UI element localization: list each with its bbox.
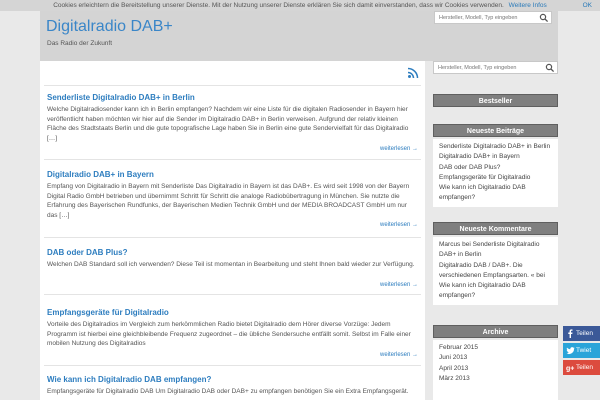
divider	[44, 159, 421, 160]
read-more-link[interactable]: weiterlesen →	[380, 146, 418, 152]
header-search-box	[434, 11, 552, 24]
search-icon[interactable]	[545, 63, 555, 73]
sidebar-search-box	[433, 61, 558, 74]
sidebar: Bestseller Neueste Beiträge Senderliste …	[433, 61, 558, 400]
cookie-notice-text: Cookies erleichtern die Bereitstellung u…	[53, 2, 504, 9]
site-tagline: Das Radio der Zukunft	[47, 40, 113, 47]
facebook-icon	[566, 329, 575, 338]
archive-link[interactable]: April 2013	[439, 364, 552, 374]
recent-post-link[interactable]: Digitalradio DAB+ in Bayern	[439, 152, 552, 162]
archive-link[interactable]: Februar 2015	[439, 343, 552, 353]
post-item: Empfangsgeräte für Digitalradio Vorteile…	[47, 308, 419, 349]
recent-post-link[interactable]: DAB oder DAB Plus?	[439, 163, 552, 173]
divider	[44, 237, 421, 238]
svg-text:g+: g+	[566, 366, 574, 373]
rss-icon[interactable]	[407, 67, 419, 79]
post-title[interactable]: Wie kann ich Digitalradio DAB empfangen?	[47, 375, 419, 384]
google-plus-icon: g+	[566, 363, 575, 373]
facebook-share-button[interactable]: Teilen	[563, 326, 600, 341]
pingback-source-link[interactable]: Digitalradio DAB / DAB+. Die verschieden…	[439, 262, 534, 279]
archive-list: Februar 2015 Juni 2013 April 2013 März 2…	[433, 340, 558, 400]
share-label: Twiet	[576, 347, 592, 354]
cookie-more-info-link[interactable]: Weitere Infos	[509, 2, 547, 9]
widget-header-recent-comments: Neueste Kommentare	[433, 222, 558, 235]
site-title[interactable]: Digitalradio DAB+	[46, 18, 173, 36]
comment-author: Marcus	[439, 241, 461, 248]
cookie-notice-bar: Cookies erleichtern die Bereitstellung u…	[0, 0, 600, 11]
recent-post-link[interactable]: Empfangsgeräte für Digitalradio	[439, 173, 552, 183]
header-search-input[interactable]	[435, 12, 551, 23]
site-header: Digitalradio DAB+ Das Radio der Zukunft	[40, 11, 558, 61]
share-label: Teilen	[576, 330, 593, 337]
comment-item: Marcus bei Senderliste Digitalradio DAB+…	[439, 240, 552, 261]
widget-header-bestseller: Bestseller	[433, 94, 558, 107]
recent-post-link[interactable]: Senderliste Digitalradio DAB+ in Berlin	[439, 142, 552, 152]
twitter-share-button[interactable]: Twiet	[563, 343, 600, 358]
post-item: Senderliste Digitalradio DAB+ in Berlin …	[47, 93, 419, 143]
read-more-link[interactable]: weiterlesen →	[380, 282, 418, 288]
twitter-icon	[566, 346, 575, 355]
comment-bei: bei	[534, 271, 545, 279]
post-title[interactable]: Empfangsgeräte für Digitalradio	[47, 308, 419, 317]
post-item: DAB oder DAB Plus? Welchen DAB Standard …	[47, 248, 419, 270]
recent-post-link[interactable]: Wie kann ich Digitalradio DAB empfangen?	[439, 183, 552, 204]
divider	[44, 85, 421, 86]
post-title[interactable]: Digitalradio DAB+ in Bayern	[47, 170, 419, 179]
google-plus-share-button[interactable]: g+ Teilen	[563, 360, 600, 375]
divider	[44, 294, 421, 295]
post-excerpt: Welchen DAB Standard soll ich verwenden?…	[47, 261, 415, 268]
read-more-link[interactable]: weiterlesen →	[380, 222, 418, 228]
comment-bei: bei	[460, 241, 473, 248]
post-title[interactable]: Senderliste Digitalradio DAB+ in Berlin	[47, 93, 419, 102]
post-excerpt: Welche Digitalradiosender kann ich in Be…	[47, 106, 409, 142]
post-item: Wie kann ich Digitalradio DAB empfangen?…	[47, 375, 419, 397]
comment-item: Digitalradio DAB / DAB+. Die verschieden…	[439, 261, 552, 302]
read-more-link[interactable]: weiterlesen →	[380, 352, 418, 358]
widget-header-archive: Archive	[433, 325, 558, 338]
recent-comments-list: Marcus bei Senderliste Digitalradio DAB+…	[433, 237, 558, 305]
share-label: Teilen	[576, 364, 593, 371]
archive-link[interactable]: März 2013	[439, 374, 552, 384]
cookie-ok-button[interactable]: OK	[583, 0, 592, 11]
post-excerpt: Empfang von Digitalradio in Bayern mit S…	[47, 183, 410, 219]
widget-header-recent-posts: Neueste Beiträge	[433, 124, 558, 137]
post-item: Digitalradio DAB+ in Bayern Empfang von …	[47, 170, 419, 220]
search-icon[interactable]	[539, 13, 549, 23]
comment-post-link[interactable]: Wie kann ich Digitalradio DAB empfangen?	[439, 282, 526, 299]
archive-link[interactable]: Juni 2013	[439, 353, 552, 363]
recent-posts-list: Senderliste Digitalradio DAB+ in Berlin …	[433, 139, 558, 207]
divider	[44, 365, 421, 366]
post-title[interactable]: DAB oder DAB Plus?	[47, 248, 419, 257]
main-content: Senderliste Digitalradio DAB+ in Berlin …	[40, 61, 425, 400]
sidebar-search-input[interactable]	[434, 62, 557, 73]
post-excerpt: Vorteile des Digitalradios im Vergleich …	[47, 321, 411, 348]
post-excerpt: Empfangsgeräte für Digitalradio DAB Um D…	[47, 388, 409, 395]
